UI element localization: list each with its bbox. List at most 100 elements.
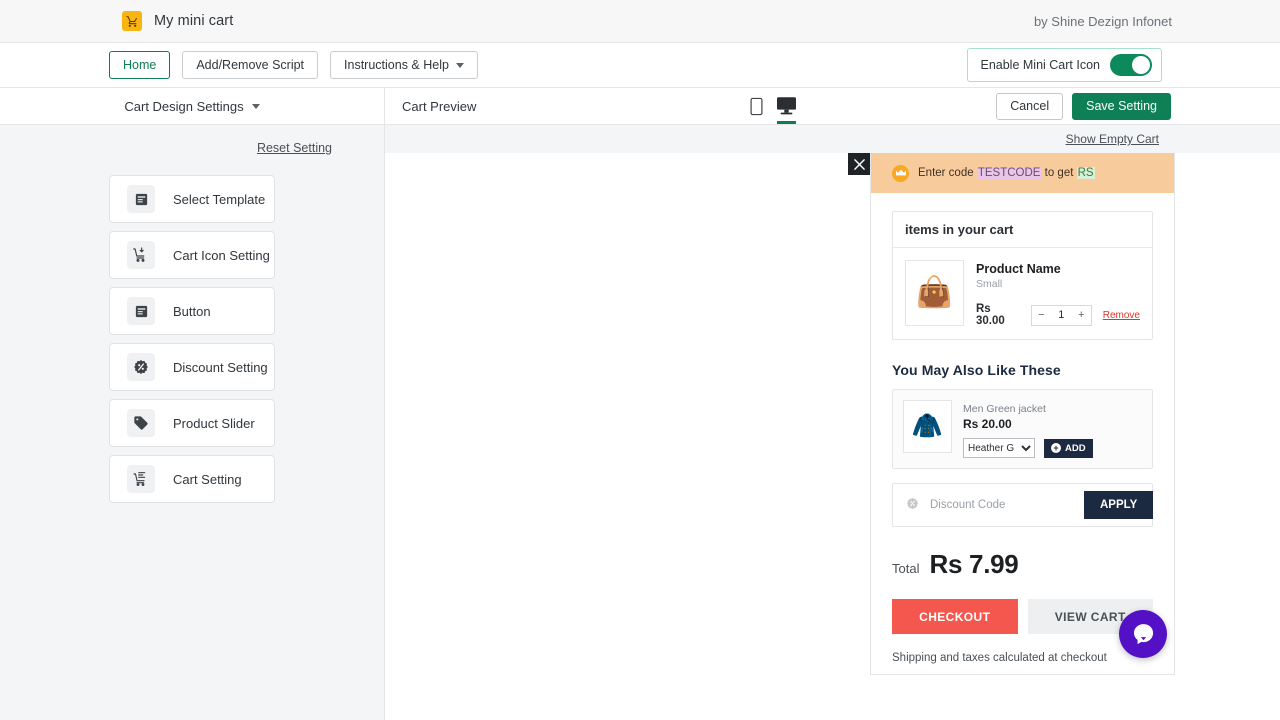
- apply-discount-button[interactable]: APPLY: [1084, 491, 1153, 519]
- cart-preview-pane: Show Empty Cart Enter code TESTCODE to g…: [385, 125, 1280, 720]
- enable-mini-cart-icon-label: Enable Mini Cart Icon: [980, 58, 1100, 72]
- sidebar: Reset Setting Select Template: [0, 125, 385, 720]
- sidebar-item-product-slider[interactable]: Product Slider: [109, 399, 275, 447]
- promo-banner: Enter code TESTCODE to get RS: [871, 153, 1174, 193]
- by-line: by Shine Dezign Infonet: [1034, 14, 1172, 29]
- nav-button-add-remove-script[interactable]: Add/Remove Script: [182, 51, 318, 79]
- chat-bubble-icon[interactable]: [1119, 610, 1167, 658]
- cart-design-settings-label: Cart Design Settings: [124, 99, 243, 114]
- cart-items-box: items in your cart 👜 Product Name Small …: [892, 211, 1153, 340]
- promo-middle: to get: [1041, 167, 1076, 179]
- cart-item-info: Product Name Small Rs 30.00 − 1 + Remove: [976, 260, 1140, 327]
- show-empty-cart-link[interactable]: Show Empty Cart: [1066, 132, 1159, 146]
- cart-items-heading: items in your cart: [893, 212, 1152, 248]
- remove-item-link[interactable]: Remove: [1103, 310, 1140, 321]
- nav-button-add-remove-script-label: Add/Remove Script: [196, 58, 304, 72]
- cart-item-price: Rs 30.00: [976, 303, 1020, 327]
- cta-row: CHECKOUT VIEW CART: [892, 599, 1153, 634]
- discount-code-input[interactable]: [930, 499, 1084, 511]
- total-value: Rs 7.99: [929, 549, 1018, 580]
- device-toggle-group: [750, 88, 796, 124]
- nav-buttons: Home Add/Remove Script Instructions & He…: [109, 51, 478, 79]
- suggestion-info: Men Green jacket Rs 20.00 Heather G + AD…: [963, 400, 1142, 458]
- template-icon: [127, 185, 155, 213]
- add-suggestion-label: ADD: [1065, 443, 1086, 454]
- sidebar-item-select-template[interactable]: Select Template: [109, 175, 275, 223]
- save-setting-button[interactable]: Save Setting: [1072, 93, 1171, 120]
- tag-icon: [127, 409, 155, 437]
- sidebar-item-cart-icon-setting[interactable]: Cart Icon Setting: [109, 231, 275, 279]
- sidebar-menu: Select Template Cart Icon Setting: [0, 175, 384, 503]
- quantity-increase-button[interactable]: +: [1072, 306, 1091, 325]
- active-device-underline: [777, 121, 796, 124]
- discount-badge-icon: [906, 497, 919, 513]
- total-label: Total: [892, 561, 919, 576]
- sidebar-item-label: Discount Setting: [173, 360, 268, 375]
- nav-button-home[interactable]: Home: [109, 51, 170, 79]
- cart-download-icon: [127, 241, 155, 269]
- sidebar-item-label: Cart Setting: [173, 472, 242, 487]
- suggestion-item-row: 🧥 Men Green jacket Rs 20.00 Heather G + …: [892, 389, 1153, 469]
- cart-item-controls: Rs 30.00 − 1 + Remove: [976, 303, 1140, 327]
- cart-item-variant: Small: [976, 278, 1140, 290]
- quantity-stepper[interactable]: − 1 +: [1031, 305, 1092, 326]
- sidebar-item-discount-setting[interactable]: Discount Setting: [109, 343, 275, 391]
- suggestion-variant-select[interactable]: Heather G: [963, 438, 1035, 458]
- suggestion-controls: Heather G + ADD: [963, 438, 1142, 458]
- chevron-down-icon: [252, 104, 260, 109]
- cart-settings-icon: [127, 465, 155, 493]
- sidebar-item-button[interactable]: Button: [109, 287, 275, 335]
- handbag-image: 👜: [905, 260, 964, 326]
- nav-button-instructions-help-label: Instructions & Help: [344, 58, 449, 72]
- nav-button-home-label: Home: [123, 58, 156, 72]
- cart-item-row: 👜 Product Name Small Rs 30.00 − 1 +: [893, 248, 1152, 339]
- nav-button-instructions-help[interactable]: Instructions & Help: [330, 51, 478, 79]
- promo-reward: RS: [1077, 167, 1095, 179]
- promo-prefix: Enter code: [918, 167, 977, 179]
- toggle-knob: [1132, 56, 1150, 74]
- app-header: My mini cart by Shine Dezign Infonet: [0, 0, 1280, 43]
- desktop-icon[interactable]: [777, 88, 796, 124]
- sidebar-item-label: Button: [173, 304, 211, 319]
- chevron-down-icon: [456, 63, 464, 68]
- enable-mini-cart-icon-toggle-group[interactable]: Enable Mini Cart Icon: [967, 48, 1162, 82]
- app-title: My mini cart: [154, 13, 233, 29]
- brand: My mini cart: [122, 11, 233, 31]
- body: Reset Setting Select Template: [0, 125, 1280, 720]
- sidebar-item-label: Cart Icon Setting: [173, 248, 270, 263]
- show-empty-cart-row: Show Empty Cart: [385, 125, 1280, 153]
- enable-mini-cart-icon-switch[interactable]: [1110, 54, 1152, 76]
- button-icon: [127, 297, 155, 325]
- discount-badge-icon: [127, 353, 155, 381]
- discount-code-box: APPLY: [892, 483, 1153, 527]
- checkout-button[interactable]: CHECKOUT: [892, 599, 1018, 634]
- crown-icon: [892, 165, 909, 182]
- suggestion-price: Rs 20.00: [963, 417, 1142, 431]
- promo-code: TESTCODE: [977, 167, 1042, 179]
- cart-item-name: Product Name: [976, 262, 1140, 276]
- header-actions: Cancel Save Setting: [996, 88, 1171, 124]
- add-suggestion-button[interactable]: + ADD: [1044, 439, 1093, 458]
- suggestions-title: You May Also Like These: [892, 362, 1153, 378]
- nav-row: Home Add/Remove Script Instructions & He…: [0, 43, 1280, 88]
- shopping-cart-icon: [122, 11, 142, 31]
- plus-icon: +: [1051, 443, 1061, 453]
- quantity-decrease-button[interactable]: −: [1032, 306, 1051, 325]
- cart-drawer: Enter code TESTCODE to get RS items in y…: [870, 153, 1175, 675]
- cart-design-settings-dropdown[interactable]: Cart Design Settings: [0, 88, 385, 124]
- promo-text: Enter code TESTCODE to get RS: [918, 167, 1095, 179]
- cancel-button[interactable]: Cancel: [996, 93, 1063, 120]
- mobile-icon[interactable]: [750, 88, 763, 124]
- sidebar-item-label: Select Template: [173, 192, 265, 207]
- suggestion-name: Men Green jacket: [963, 403, 1142, 415]
- drawer-body: items in your cart 👜 Product Name Small …: [871, 193, 1174, 664]
- sidebar-item-label: Product Slider: [173, 416, 255, 431]
- jacket-image: 🧥: [903, 400, 952, 453]
- total-row: Total Rs 7.99: [892, 549, 1153, 580]
- preview-header: Cart Preview Cancel Save Setting: [385, 88, 1280, 124]
- reset-setting-row: Reset Setting: [0, 139, 384, 157]
- reset-setting-link[interactable]: Reset Setting: [257, 141, 332, 155]
- page-title: Cart Preview: [402, 99, 476, 114]
- close-icon[interactable]: [848, 153, 870, 175]
- sidebar-item-cart-setting[interactable]: Cart Setting: [109, 455, 275, 503]
